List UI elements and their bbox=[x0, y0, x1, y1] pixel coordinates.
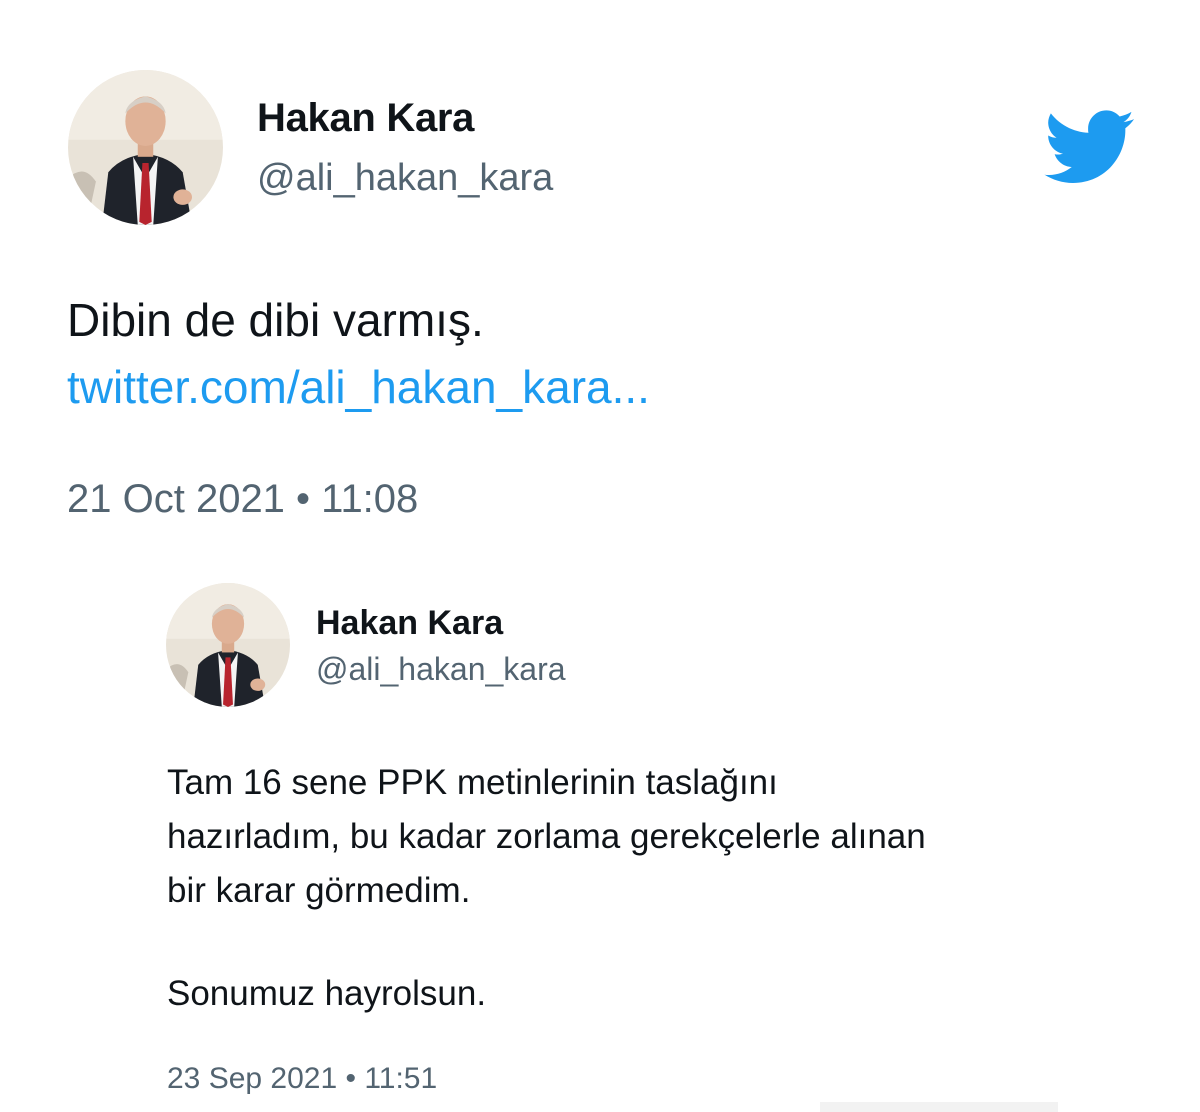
main-author-handle[interactable]: @ali_hakan_kara bbox=[257, 157, 553, 200]
quoted-author-name[interactable]: Hakan Kara bbox=[316, 604, 503, 643]
quoted-author-avatar[interactable] bbox=[166, 583, 290, 707]
tweet-screenshot: Hakan Kara @ali_hakan_kara Dibin de dibi… bbox=[0, 0, 1200, 1112]
bottom-edge-strip bbox=[820, 1102, 1058, 1112]
quoted-tweet-line: bir karar görmedim. bbox=[167, 871, 471, 910]
quoted-tweet-paragraph-1: Tam 16 sene PPK metinlerinin taslağını h… bbox=[167, 756, 926, 918]
main-tweet-link[interactable]: twitter.com/ali_hakan_kara... bbox=[67, 360, 650, 414]
main-author-name[interactable]: Hakan Kara bbox=[257, 96, 474, 141]
quoted-author-handle[interactable]: @ali_hakan_kara bbox=[316, 651, 566, 688]
quoted-tweet-line: hazırladım, bu kadar zorlama gerekçelerl… bbox=[167, 817, 926, 856]
main-tweet-text: Dibin de dibi varmış. bbox=[67, 294, 484, 346]
quoted-tweet-paragraph-2: Sonumuz hayrolsun. bbox=[167, 974, 487, 1013]
twitter-bird-icon bbox=[1044, 110, 1136, 186]
quoted-tweet-timestamp[interactable]: 23 Sep 2021 • 11:51 bbox=[167, 1062, 437, 1096]
quoted-tweet-line: Tam 16 sene PPK metinlerinin taslağını bbox=[167, 763, 778, 802]
main-author-avatar[interactable] bbox=[68, 70, 223, 225]
main-tweet-timestamp[interactable]: 21 Oct 2021 • 11:08 bbox=[67, 477, 418, 522]
